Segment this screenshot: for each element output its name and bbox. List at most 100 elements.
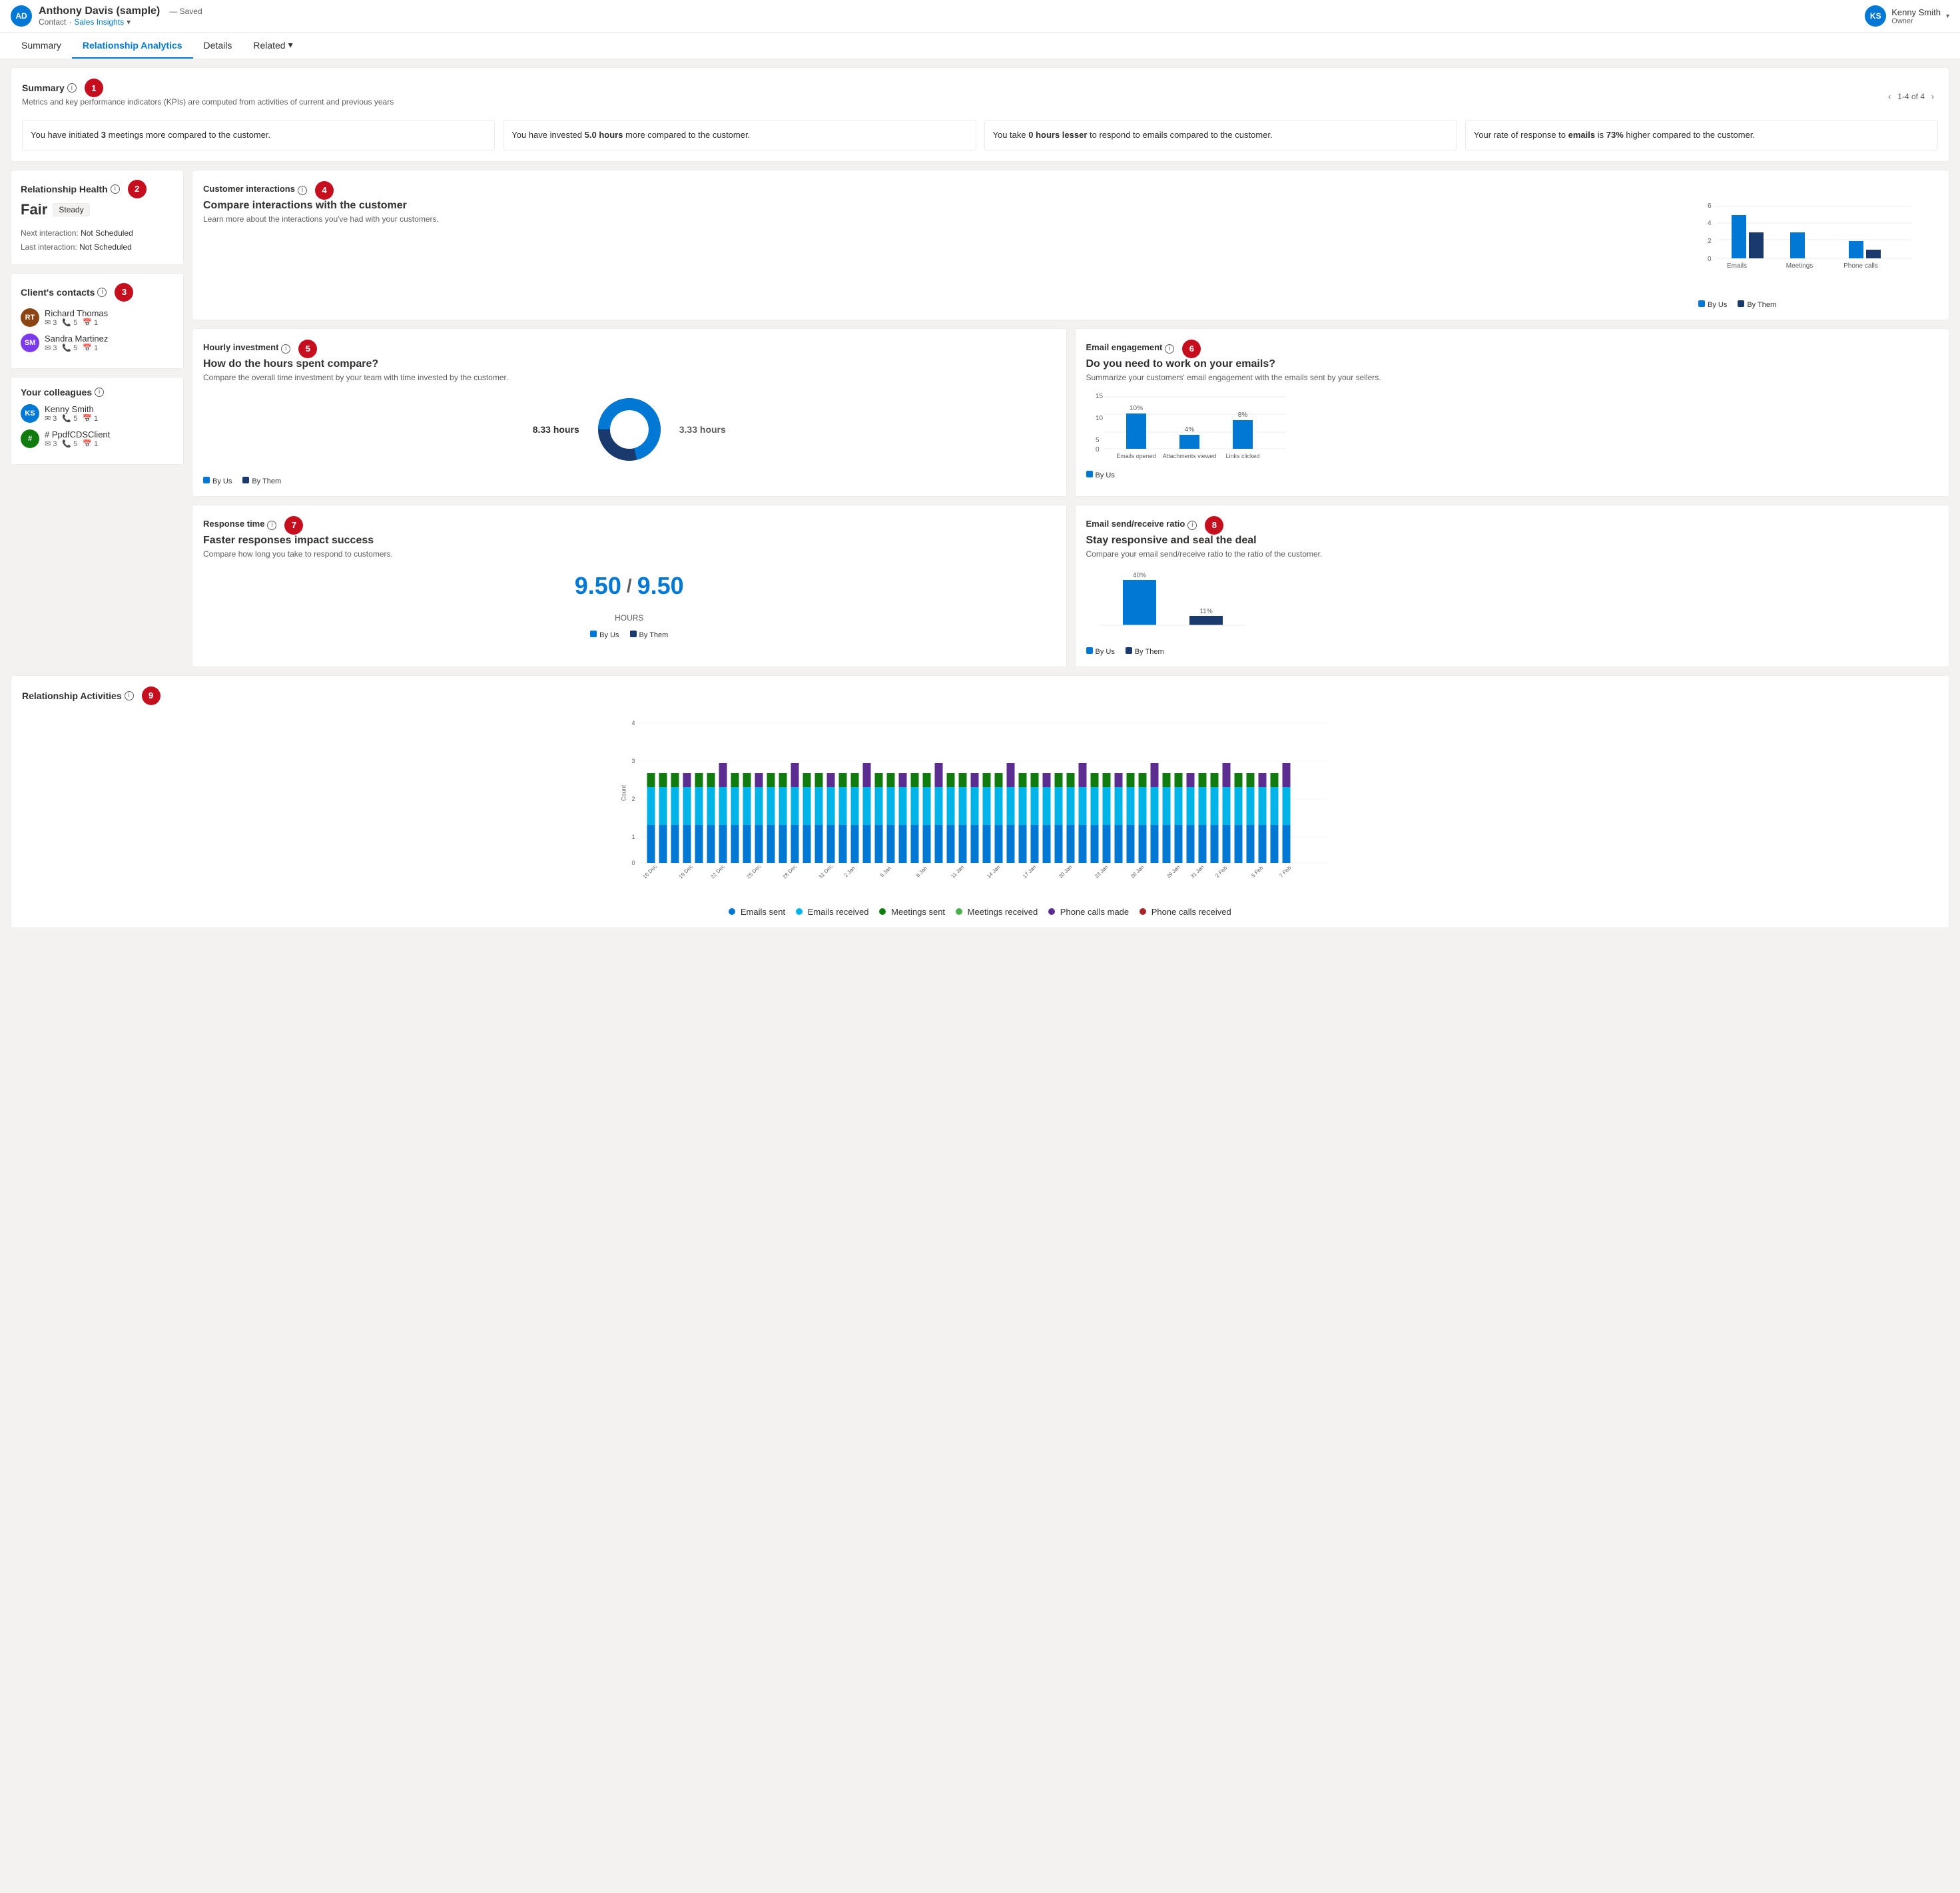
tab-related[interactable]: Related ▾	[242, 33, 303, 59]
contact-sm-info: Sandra Martinez ✉ 3📞 5📅 1	[45, 334, 108, 352]
engagement-desc: Summarize your customers' email engageme…	[1086, 373, 1939, 382]
kpi-text-3: Your rate of response to emails is 73% h…	[1474, 130, 1755, 140]
engagement-title: Email engagement	[1086, 342, 1163, 352]
grid-2x2: Hourly investment i 5 How do the hours s…	[192, 328, 1949, 667]
bar-phonecalls-them	[1866, 250, 1881, 258]
tab-relationship-analytics[interactable]: Relationship Analytics	[72, 33, 193, 59]
svg-text:16 Dec: 16 Dec	[642, 864, 658, 880]
summary-info-icon[interactable]: i	[67, 83, 77, 93]
interactions-info-icon[interactable]: i	[298, 186, 307, 195]
kpi-card-1: You have invested 5.0 hours more compare…	[503, 120, 976, 150]
health-info-icon[interactable]: i	[111, 184, 120, 194]
svg-text:15: 15	[1096, 393, 1104, 400]
svg-text:26 Jan: 26 Jan	[1130, 864, 1145, 879]
breadcrumb: Contact · Sales Insights ▾	[39, 17, 202, 27]
tab-summary[interactable]: Summary	[11, 33, 72, 59]
hourly-desc: Compare the overall time investment by y…	[203, 373, 1056, 382]
breadcrumb-chevron: ▾	[127, 17, 131, 27]
engagement-chart-area: 15 10 5 0 10%	[1086, 390, 1939, 479]
svg-text:2: 2	[1708, 238, 1712, 245]
ratio-info-icon[interactable]: i	[1187, 521, 1197, 530]
two-col-layout: Relationship Health i 2 Fair Steady Next…	[11, 170, 1949, 667]
badge-3: 3	[115, 283, 133, 302]
avatar-sm: SM	[21, 334, 39, 352]
engagement-bar-chart: 15 10 5 0 10%	[1086, 390, 1299, 463]
contact-hash: # # PpdfCDSClient ✉ 3📞 5📅 1	[21, 429, 174, 448]
svg-text:2 Jan: 2 Jan	[843, 865, 856, 878]
svg-text:11 Jan: 11 Jan	[950, 864, 965, 879]
hourly-legend: By Us By Them	[203, 477, 1056, 485]
saved-badge: — Saved	[169, 7, 202, 16]
ratio-chart-area: 40% 11% By Us By Them	[1086, 567, 1939, 656]
badge-6: 6	[1182, 340, 1201, 358]
svg-text:0: 0	[1708, 256, 1712, 263]
breadcrumb-separator: ·	[69, 17, 71, 27]
nav-tabs: Summary Relationship Analytics Details R…	[0, 33, 1960, 59]
steady-badge: Steady	[53, 203, 89, 216]
svg-text:8%: 8%	[1237, 411, 1247, 419]
summary-section: Summary i 1 Metrics and key performance …	[11, 67, 1949, 162]
top-header: AD Anthony Davis (sample) — Saved Contac…	[0, 0, 1960, 33]
svg-text:40%: 40%	[1132, 572, 1145, 579]
contact-rt: RT Richard Thomas ✉ 3📞 5📅 1	[21, 308, 174, 327]
badge-4: 4	[315, 181, 334, 200]
ratio-bar-chart: 40% 11%	[1086, 567, 1259, 640]
interactions-chart: 6 4 2 0	[1698, 200, 1938, 309]
left-panel: Relationship Health i 2 Fair Steady Next…	[11, 170, 184, 667]
bar-phonecalls-us	[1849, 241, 1863, 258]
svg-text:28 Dec: 28 Dec	[782, 864, 798, 880]
colleagues-info-icon[interactable]: i	[95, 388, 104, 397]
engagement-legend: By Us	[1086, 471, 1939, 479]
activities-chart-container: 4 3 2 1 0 Count	[22, 713, 1938, 902]
interactions-bar-chart: 6 4 2 0	[1698, 200, 1925, 293]
svg-text:5 Jan: 5 Jan	[879, 865, 892, 878]
svg-text:5: 5	[1096, 437, 1100, 444]
bar-emails-opened	[1126, 413, 1146, 449]
record-info: Anthony Davis (sample) — Saved Contact ·…	[39, 5, 202, 27]
tab-details[interactable]: Details	[193, 33, 243, 59]
clients-info-icon[interactable]: i	[97, 288, 107, 297]
hourly-title-row: Hourly investment i 5	[203, 340, 1056, 358]
avatar-rt: RT	[21, 308, 39, 327]
hourly-info-icon[interactable]: i	[281, 344, 290, 354]
svg-text:8 Jan: 8 Jan	[915, 865, 928, 878]
svg-text:0: 0	[1096, 446, 1100, 453]
svg-text:19 Dec: 19 Dec	[678, 864, 694, 880]
prev-page-btn[interactable]: ‹	[1884, 91, 1895, 103]
next-page-btn[interactable]: ›	[1927, 91, 1938, 103]
contact-rt-name: Richard Thomas	[45, 308, 108, 318]
interactions-title-row: Customer interactions i 4	[203, 181, 1938, 200]
svg-text:Emails opened: Emails opened	[1116, 453, 1156, 459]
us-hours-label: 8.33 hours	[533, 424, 579, 435]
summary-subtitle: Metrics and key performance indicators (…	[22, 97, 394, 107]
kpi-text-1: You have invested 5.0 hours more compare…	[511, 130, 750, 140]
bar-links-clicked	[1233, 420, 1253, 449]
svg-text:23 Jan: 23 Jan	[1094, 864, 1109, 879]
svg-text:Attachments viewed: Attachments viewed	[1162, 453, 1216, 459]
kpi-card-2: You take 0 hours lesser to respond to em…	[984, 120, 1457, 150]
us-response: 9.50	[575, 572, 621, 600]
sales-insights-link[interactable]: Sales Insights	[74, 17, 124, 27]
hourly-investment-card: Hourly investment i 5 How do the hours s…	[192, 328, 1067, 497]
contact-ks-stats: ✉ 3📞 5📅 1	[45, 414, 98, 423]
engagement-info-icon[interactable]: i	[1165, 344, 1174, 354]
engagement-heading: Do you need to work on your emails?	[1086, 358, 1939, 370]
activities-info-icon[interactable]: i	[125, 691, 134, 700]
response-info-icon[interactable]: i	[267, 521, 276, 530]
hourly-heading: How do the hours spent compare?	[203, 358, 1056, 370]
response-divider: /	[627, 575, 632, 597]
svg-text:2 Feb: 2 Feb	[1214, 864, 1228, 878]
interactions-legend: By Us By Them	[1698, 300, 1938, 309]
related-chevron: ▾	[288, 39, 293, 51]
user-menu-chevron[interactable]: ▾	[1946, 13, 1949, 20]
response-unit: HOURS	[203, 613, 1056, 623]
svg-text:17 Jan: 17 Jan	[1022, 864, 1037, 879]
colleagues-title-row: Your colleagues i	[21, 387, 174, 398]
health-status: Fair	[21, 201, 47, 218]
bar-emails-us	[1732, 215, 1746, 258]
contact-sm-stats: ✉ 3📞 5📅 1	[45, 344, 108, 352]
interaction-info: Next interaction: Not Scheduled Last int…	[21, 226, 174, 255]
svg-text:10: 10	[1096, 415, 1104, 422]
health-title-row: Relationship Health i 2	[21, 180, 174, 198]
response-title: Response time	[203, 519, 264, 529]
